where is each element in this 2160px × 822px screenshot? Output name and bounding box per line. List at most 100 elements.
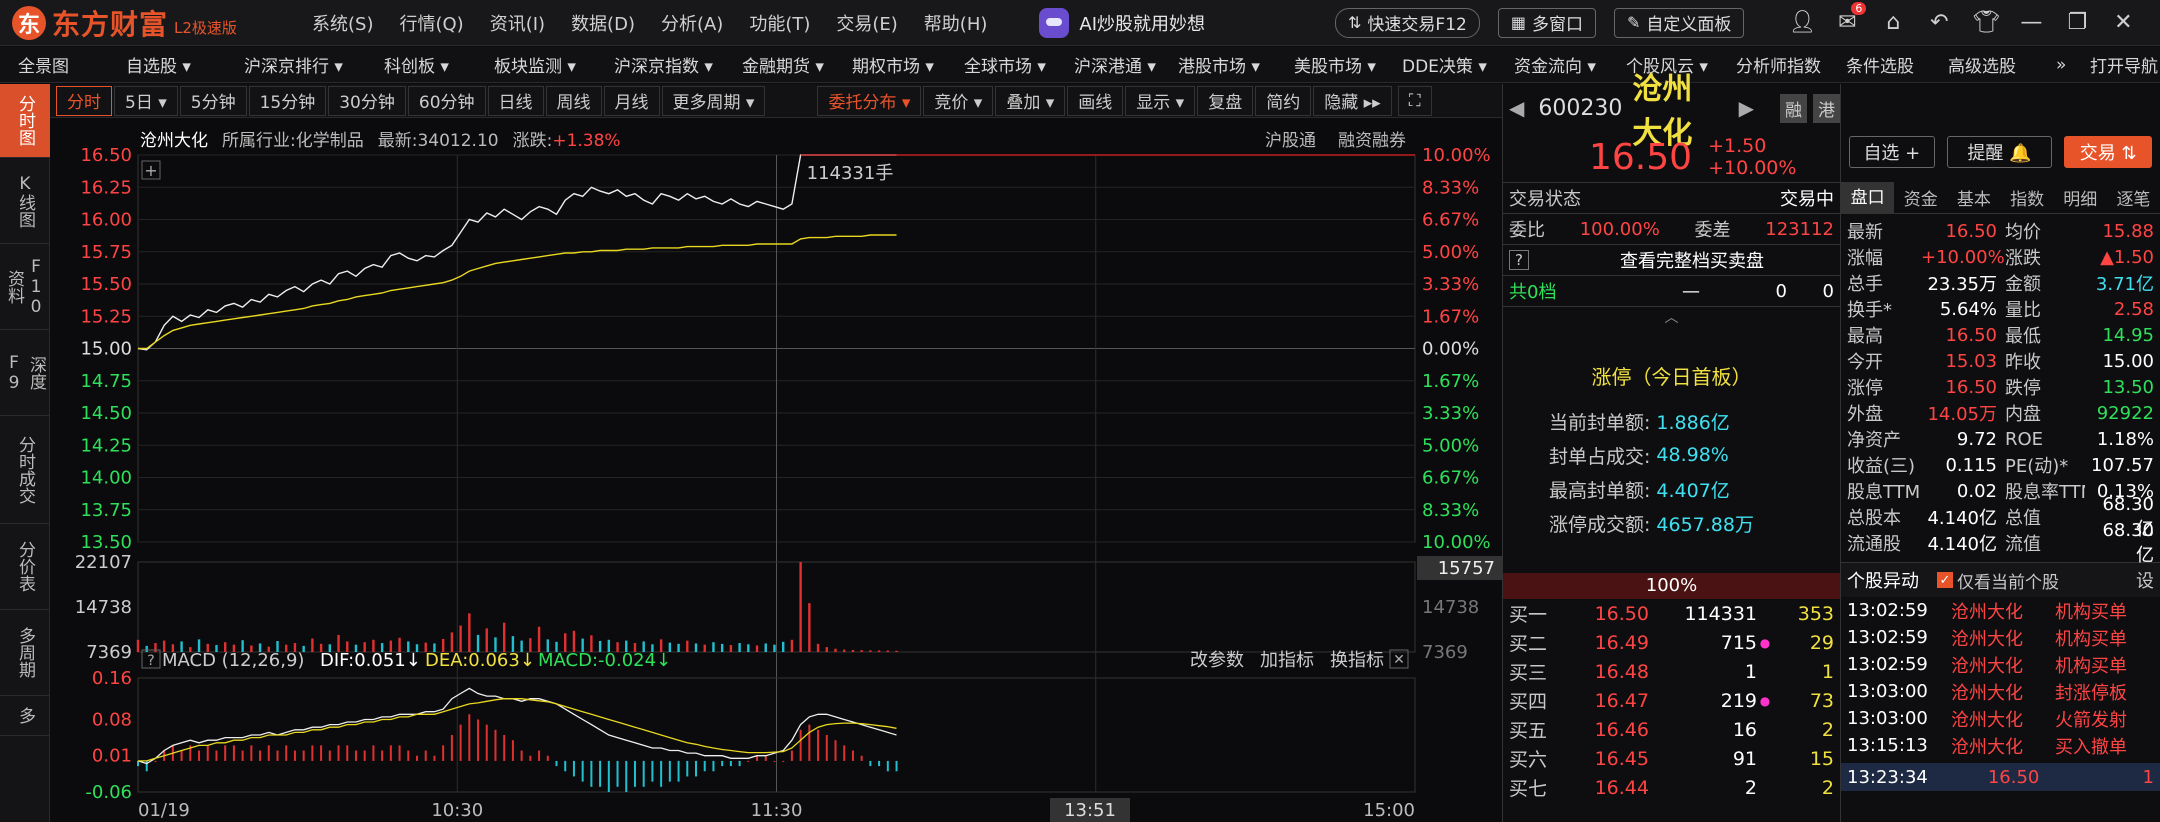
chart-tool-tab[interactable]: 隐藏 ▸▸ xyxy=(1313,85,1392,116)
sidebar-item[interactable]: 分价表 xyxy=(0,524,50,610)
anomaly-row[interactable]: 13:02:59 沧州大化 机构买单 xyxy=(1841,597,2160,624)
detail-tab[interactable]: 逐笔 xyxy=(2107,185,2160,210)
chart-period-tab[interactable]: 30分钟 xyxy=(328,85,406,116)
sidebar-item[interactable]: 深度F9 xyxy=(0,330,50,416)
anomaly-row[interactable]: 13:15:13 沧州大化 买入撤单 xyxy=(1841,732,2160,759)
menu-item[interactable]: 行情(Q) xyxy=(399,10,463,36)
chart-period-tab[interactable]: 更多周期 ▾ xyxy=(661,85,766,116)
watchlist-button[interactable]: 自选 + xyxy=(1849,136,1935,168)
mail-icon[interactable]: ✉ 6 xyxy=(1834,2,1867,35)
nav-item[interactable]: 期权市场 ▾ xyxy=(852,52,934,77)
restore-icon[interactable]: ❐ xyxy=(2064,10,2090,35)
chart-tool-tab[interactable]: 显示 ▾ xyxy=(1125,85,1196,116)
sidebar-item[interactable]: 分时图 xyxy=(0,84,50,158)
detail-tab[interactable]: 指数 xyxy=(2001,185,2054,210)
menu-item[interactable]: 帮助(H) xyxy=(924,10,988,36)
chart-tool-tab[interactable]: 画线 xyxy=(1067,85,1124,116)
bid-row[interactable]: 买一 16.50 114331 353 xyxy=(1503,599,1840,628)
chart-period-tab[interactable]: 15分钟 xyxy=(248,85,327,116)
bid-row[interactable]: 买三 16.48 1 1 xyxy=(1503,657,1840,686)
minimize-icon[interactable]: — xyxy=(2018,10,2044,35)
menu-item[interactable]: 数据(D) xyxy=(571,10,635,36)
menu-item[interactable]: 交易(E) xyxy=(836,10,897,36)
nav-item[interactable]: 高级选股 xyxy=(1948,52,2016,77)
ai-assistant[interactable]: AI炒股就用妙想 xyxy=(1039,7,1205,38)
sidebar-item[interactable]: 分时成交 xyxy=(0,416,50,524)
detail-tab[interactable]: 资金 xyxy=(1894,185,1947,210)
bid-row[interactable]: 买二 16.49 715 ● 29 xyxy=(1503,628,1840,657)
next-stock-icon[interactable]: ▶ xyxy=(1739,96,1754,120)
detail-tab[interactable]: 明细 xyxy=(2054,185,2107,210)
chart-tool-tab[interactable]: 委托分布 ▾ xyxy=(817,85,922,116)
home-icon[interactable]: ⌂ xyxy=(1880,10,1906,35)
anomaly-row[interactable]: 13:03:00 沧州大化 火箭发射 xyxy=(1841,705,2160,732)
collapse-icon[interactable]: ︿ xyxy=(1503,307,1840,326)
anomaly-settings[interactable]: 设 xyxy=(2136,567,2154,593)
detail-tab[interactable]: 盘口 xyxy=(1841,181,1895,214)
chart-period-tab[interactable]: 5分钟 xyxy=(179,85,247,116)
checkbox-icon[interactable]: ✓ xyxy=(1937,572,1953,588)
nav-item[interactable]: 条件选股 xyxy=(1846,52,1914,77)
menu-item[interactable]: 分析(A) xyxy=(661,10,723,36)
detail-tab[interactable]: 基本 xyxy=(1947,185,2000,210)
nav-item[interactable]: 全景图 xyxy=(18,52,69,77)
nav-item[interactable]: 美股市场 ▾ xyxy=(1294,52,1376,77)
multi-window-button[interactable]: ▦ 多窗口 xyxy=(1497,7,1596,38)
nav-item[interactable]: 金融期货 ▾ xyxy=(742,52,824,77)
chart-tool-tab[interactable]: 简约 xyxy=(1255,85,1312,116)
sidebar-item[interactable]: F10资料 xyxy=(0,244,50,330)
chart-tool-tab[interactable]: 叠加 ▾ xyxy=(995,85,1066,116)
chart-period-tab[interactable]: 5日 ▾ xyxy=(114,85,178,116)
order-ratio: 100.00% xyxy=(1579,218,1660,240)
custom-panel-button[interactable]: ✎ 自定义面板 xyxy=(1613,7,1745,38)
nav-item[interactable]: 打开导航 xyxy=(2090,52,2158,77)
back-icon[interactable]: ↶ xyxy=(1926,10,1952,35)
sidebar-item[interactable]: K线图 xyxy=(0,158,50,244)
skin-icon[interactable]: 👕︎ xyxy=(1972,10,2000,35)
remind-button[interactable]: 提醒 🔔 xyxy=(1946,136,2053,168)
nav-item[interactable]: 全球市场 ▾ xyxy=(964,52,1046,77)
bid-row[interactable]: 买五 16.46 16 2 xyxy=(1503,715,1840,744)
menu-item[interactable]: 资讯(I) xyxy=(490,10,545,36)
quick-trade-button[interactable]: ⇅ 快速交易F12 xyxy=(1335,7,1480,38)
help-icon[interactable]: ? xyxy=(1509,250,1529,270)
prev-stock-icon[interactable]: ◀ xyxy=(1509,96,1524,120)
sidebar-item[interactable]: 多 xyxy=(0,696,50,736)
nav-item[interactable]: 沪深京排行 ▾ xyxy=(244,52,343,77)
fullscreen-icon[interactable]: ⛶ xyxy=(1397,85,1432,116)
chart-period-tab[interactable]: 分时 xyxy=(56,85,112,116)
chart-period-tab[interactable]: 周线 xyxy=(545,85,602,116)
nav-item[interactable]: 科创板 ▾ xyxy=(384,52,449,77)
nav-item[interactable]: 资金流向 ▾ xyxy=(1514,52,1596,77)
chart-period-tab[interactable]: 日线 xyxy=(487,85,544,116)
nav-item[interactable]: » xyxy=(2056,55,2066,75)
anomaly-filter[interactable]: ✓ 仅看当前个股 xyxy=(1937,568,2059,593)
nav-item[interactable]: 分析师指数 xyxy=(1736,52,1821,77)
trade-button[interactable]: 交易 ⇅ xyxy=(2064,136,2152,168)
sidebar-item[interactable]: 多周期 xyxy=(0,610,50,696)
anomaly-row[interactable]: 13:02:59 沧州大化 机构买单 xyxy=(1841,624,2160,651)
nav-item[interactable]: 沪深京指数 ▾ xyxy=(614,52,713,77)
nav-item[interactable]: 自选股 ▾ xyxy=(126,52,191,77)
bid-row[interactable]: 买七 16.44 2 2 xyxy=(1503,773,1840,802)
close-icon[interactable]: ✕ xyxy=(2110,10,2136,35)
menu-item[interactable]: 系统(S) xyxy=(312,10,373,36)
nav-item[interactable]: 沪深港通 ▾ xyxy=(1074,52,1156,77)
user-icon[interactable]: 👤︎ xyxy=(1788,10,1816,35)
nav-item[interactable]: 港股市场 ▾ xyxy=(1178,52,1260,77)
bid-row[interactable]: 买四 16.47 219 ● 73 xyxy=(1503,686,1840,715)
detail-label: 均价 xyxy=(2005,222,2041,243)
chart-tool-tab[interactable]: 竞价 ▾ xyxy=(923,85,994,116)
anomaly-row[interactable]: 13:02:59 沧州大化 机构买单 xyxy=(1841,651,2160,678)
chart-tool-tab[interactable]: 复盘 xyxy=(1197,85,1254,116)
nav-item[interactable]: 板块监测 ▾ xyxy=(494,52,576,77)
chart-period-tab[interactable]: 月线 xyxy=(603,85,660,116)
bid-row[interactable]: 买六 16.45 91 15 xyxy=(1503,744,1840,773)
intraday-chart[interactable]: 16.50 16.25 16.00 15.75 15.50 15.25 15.00 14.75… xyxy=(50,140,1502,822)
menu-item[interactable]: 功能(T) xyxy=(749,10,810,36)
chart-period-tab[interactable]: 60分钟 xyxy=(407,85,486,116)
full-book-row[interactable]: ? 查看完整档买卖盘 xyxy=(1503,245,1840,275)
nav-item[interactable]: DDE决策 ▾ xyxy=(1402,52,1487,77)
full-book-link[interactable]: 查看完整档买卖盘 xyxy=(1620,247,1764,273)
anomaly-row[interactable]: 13:03:00 沧州大化 封涨停板 xyxy=(1841,678,2160,705)
